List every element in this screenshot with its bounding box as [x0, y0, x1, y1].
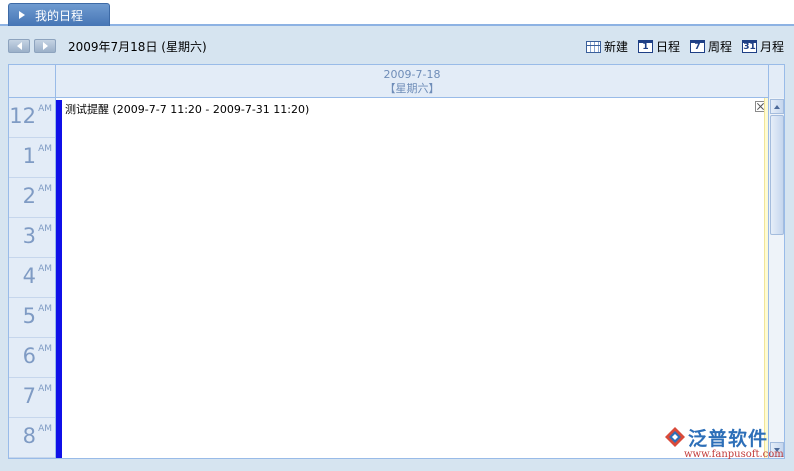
hour-ampm: AM [38, 424, 52, 434]
hour-cell: 4 AM [9, 258, 55, 298]
day-body[interactable]: 测试提醒 (2009-7-7 11:20 - 2009-7-31 11:20) [56, 98, 768, 458]
hour-number: 6 [22, 344, 36, 368]
week-view-button[interactable]: 7 周程 [689, 38, 732, 55]
brand-url: www.fanpusoft.com [684, 449, 784, 460]
hour-cell: 2 AM [9, 178, 55, 218]
prev-day-button[interactable] [8, 39, 30, 53]
new-event-button[interactable]: 新建 [585, 38, 628, 55]
chevron-up-icon [774, 104, 780, 109]
hour-cell: 5 AM [9, 298, 55, 338]
hour-number: 8 [22, 424, 36, 448]
event-color-bar[interactable] [56, 100, 62, 458]
hour-number: 5 [22, 304, 36, 328]
week-view-label: 周程 [707, 40, 732, 54]
new-event-label: 新建 [603, 40, 628, 54]
current-date: 2009年7月18日 (星期六) [68, 40, 207, 54]
hour-ampm: AM [38, 264, 52, 274]
month-view-label: 月程 [759, 40, 784, 54]
header-corner [9, 65, 56, 98]
hour-number: 7 [22, 384, 36, 408]
hour-number: 12 [9, 104, 36, 128]
day-column-header[interactable]: 2009-7-18 【星期六】 [56, 65, 768, 98]
hour-ampm: AM [38, 104, 52, 114]
calendar-week-icon: 7 [689, 40, 705, 53]
hour-cell: 12 AM [9, 98, 55, 138]
event-item[interactable]: 测试提醒 (2009-7-7 11:20 - 2009-7-31 11:20) [65, 101, 309, 117]
event-title: 测试提醒 [65, 103, 109, 116]
day-header-weekday: 【星期六】 [384, 82, 440, 95]
brand-watermark: 泛普软件 www.fanpusoft.com [664, 424, 788, 464]
arrow-right-icon [42, 42, 48, 50]
calendar-header: 2009-7-18 【星期六】 [9, 65, 784, 98]
view-actions: 新建 1 日程 7 周程 31 月程 [585, 38, 784, 55]
day-header-date: 2009-7-18 [383, 68, 441, 81]
hour-ampm: AM [38, 184, 52, 194]
arrow-left-icon [16, 42, 22, 50]
hour-number: 2 [22, 184, 36, 208]
hour-cell: 8 AM [9, 418, 55, 458]
scroll-up-button[interactable] [770, 99, 784, 114]
toolbar: 2009年7月18日 (星期六) 新建 1 日程 7 周程 31 月程 [0, 26, 794, 64]
day-view-label: 日程 [655, 40, 680, 54]
month-view-button[interactable]: 31 月程 [741, 38, 784, 55]
hour-ampm: AM [38, 384, 52, 394]
next-day-button[interactable] [34, 39, 56, 53]
calendar-day-icon: 1 [637, 40, 653, 53]
hour-ampm: AM [38, 144, 52, 154]
hour-cell: 6 AM [9, 338, 55, 378]
brand-logo-icon [665, 427, 685, 447]
scroll-thumb[interactable] [770, 115, 784, 235]
hour-number: 4 [22, 264, 36, 288]
tab-arrow-icon [19, 11, 25, 19]
day-calendar: 2009-7-18 【星期六】 12 AM 1 AM 2 AM 3 AM 4 AM 5 AM… [8, 64, 785, 459]
hour-number: 3 [22, 224, 36, 248]
hour-ampm: AM [38, 224, 52, 234]
hour-ampm: AM [38, 344, 52, 354]
hour-cell: 3 AM [9, 218, 55, 258]
tab-my-schedule[interactable]: 我的日程 [8, 3, 110, 26]
brand-title: 泛普软件 [688, 428, 769, 450]
hour-number: 1 [22, 144, 36, 168]
hour-cell: 7 AM [9, 378, 55, 418]
hour-gutter: 12 AM 1 AM 2 AM 3 AM 4 AM 5 AM 6 AM 7 AM 8 AM [9, 98, 56, 458]
tab-label: 我的日程 [35, 8, 84, 23]
hour-cell: 1 AM [9, 138, 55, 178]
day-view-button[interactable]: 1 日程 [637, 38, 680, 55]
calendar-grid-icon [585, 40, 601, 53]
header-scroll-cap [768, 65, 784, 98]
event-range: (2009-7-7 11:20 - 2009-7-31 11:20) [112, 103, 310, 116]
calendar-month-icon: 31 [741, 40, 757, 53]
vertical-scrollbar[interactable] [768, 98, 784, 458]
hour-ampm: AM [38, 304, 52, 314]
tab-strip: 我的日程 [0, 0, 794, 26]
